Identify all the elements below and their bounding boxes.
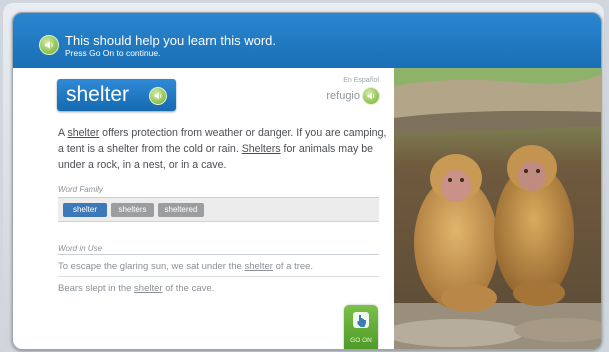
word-in-use-sentence-1: To escape the glaring sun, we sat under … — [58, 261, 314, 272]
spanish-label: En Español — [343, 77, 379, 84]
header-title: This should help you learn this word. — [65, 33, 277, 48]
header-speaker-icon[interactable] — [39, 35, 59, 55]
word-family-box: shelter shelters sheltered — [58, 198, 379, 222]
spanish-speaker-icon[interactable] — [362, 87, 380, 105]
word-family-chip-sheltered[interactable]: sheltered — [158, 203, 204, 217]
definition-text: A shelter offers protection from weather… — [58, 127, 387, 171]
word-family-label: Word Family — [58, 185, 103, 194]
sentence-divider — [58, 276, 379, 277]
word-in-use-divider — [58, 254, 379, 255]
word-in-use-sentence-2: Bears slept in the shelter of the cave. — [58, 283, 215, 294]
spanish-word: refugio — [326, 90, 360, 102]
go-on-label: GO ON — [350, 337, 372, 344]
word-text: shelter — [66, 83, 130, 106]
word-speaker-icon[interactable] — [149, 87, 167, 105]
definition-link-shelter: shelter — [67, 127, 100, 139]
word-family-chip-shelter[interactable]: shelter — [63, 203, 107, 217]
pointing-hand-icon — [351, 310, 371, 328]
word-family-chip-shelters[interactable]: shelters — [111, 203, 154, 217]
definition-link-shelters: Shelters — [241, 143, 281, 155]
lesson-card: This should help you learn this word. Pr… — [12, 12, 602, 350]
go-on-button[interactable]: GO ON — [344, 305, 378, 349]
instruction-header: This should help you learn this word. Pr… — [13, 13, 601, 68]
monkeys-shelter-photo — [394, 68, 601, 349]
word-in-use-label: Word in Use — [58, 244, 103, 253]
word-content: shelter En Español refugio A shelter off… — [33, 68, 394, 349]
word-button[interactable]: shelter — [57, 79, 176, 111]
header-subtitle: Press Go On to continue. — [65, 48, 161, 58]
